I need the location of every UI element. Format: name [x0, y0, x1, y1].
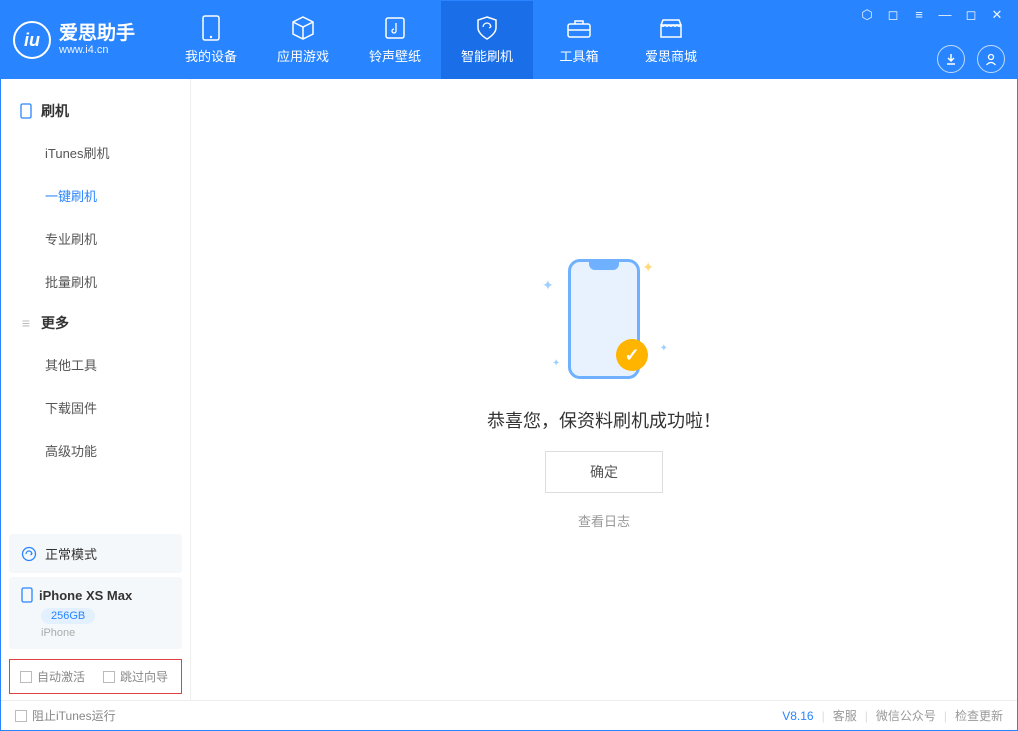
capacity-badge: 256GB [41, 608, 95, 624]
title-bar: iu 爱思助手 www.i4.cn 我的设备 应用游戏 铃声壁纸 智能刷机 工具… [1, 1, 1017, 79]
user-icon[interactable] [977, 45, 1005, 73]
device-icon [198, 15, 224, 41]
tshirt-icon[interactable]: ⬡ [859, 7, 875, 23]
checkbox-icon [20, 671, 32, 683]
device-outline-icon [21, 587, 33, 603]
app-logo: iu 爱思助手 www.i4.cn [13, 21, 135, 59]
tab-smart-flash[interactable]: 智能刷机 [441, 1, 533, 79]
minimize-button[interactable]: — [937, 7, 953, 23]
sidebar-group-flash: 刷机 [1, 91, 190, 131]
wechat-link[interactable]: 微信公众号 [876, 707, 936, 724]
logo-icon: iu [13, 21, 51, 59]
download-icon[interactable] [937, 45, 965, 73]
tab-toolbox[interactable]: 工具箱 [533, 1, 625, 79]
list-icon: ≡ [19, 316, 33, 330]
mode-label: 正常模式 [45, 544, 97, 563]
check-update-link[interactable]: 检查更新 [955, 707, 1003, 724]
main-content: ✦ ✦ ✦ ✦ ✓ 恭喜您，保资料刷机成功啦！ 确定 查看日志 [191, 79, 1017, 700]
device-mode-card[interactable]: 正常模式 [9, 534, 182, 573]
music-note-icon [382, 15, 408, 41]
sidebar-item-itunes-flash[interactable]: iTunes刷机 [1, 131, 190, 174]
check-badge-icon: ✓ [616, 339, 648, 371]
status-bar: 阻止iTunes运行 V8.16 | 客服 | 微信公众号 | 检查更新 [1, 700, 1017, 730]
sync-icon [21, 546, 37, 562]
device-card[interactable]: iPhone XS Max 256GB iPhone [9, 577, 182, 649]
checkbox-block-itunes[interactable]: 阻止iTunes运行 [15, 707, 116, 724]
feedback-icon[interactable]: ◻ [885, 7, 901, 23]
success-illustration: ✦ ✦ ✦ ✦ ✓ [504, 249, 704, 389]
store-icon [658, 15, 684, 41]
sidebar: 刷机 iTunes刷机 一键刷机 专业刷机 批量刷机 ≡ 更多 其他工具 下载固… [1, 79, 191, 700]
checkbox-auto-activate[interactable]: 自动激活 [20, 668, 85, 685]
device-type-label: iPhone [41, 627, 170, 639]
phone-outline-icon [19, 104, 33, 118]
window-controls: ⬡ ◻ ≡ — ◻ ✕ [859, 7, 1005, 23]
version-label: V8.16 [782, 709, 813, 723]
sidebar-item-download-firmware[interactable]: 下载固件 [1, 386, 190, 429]
app-subtitle: www.i4.cn [59, 44, 135, 56]
cube-icon [290, 15, 316, 41]
ok-button[interactable]: 确定 [545, 451, 663, 493]
tab-ringtones-wallpapers[interactable]: 铃声壁纸 [349, 1, 441, 79]
menu-icon[interactable]: ≡ [911, 7, 927, 23]
checkbox-skip-guide[interactable]: 跳过向导 [103, 668, 168, 685]
sidebar-item-batch-flash[interactable]: 批量刷机 [1, 260, 190, 303]
sidebar-group-more: ≡ 更多 [1, 303, 190, 343]
options-row: 自动激活 跳过向导 [9, 659, 182, 694]
checkbox-icon [103, 671, 115, 683]
tab-apps-games[interactable]: 应用游戏 [257, 1, 349, 79]
shield-sync-icon [474, 15, 500, 41]
checkbox-icon [15, 710, 27, 722]
maximize-button[interactable]: ◻ [963, 7, 979, 23]
support-link[interactable]: 客服 [833, 707, 857, 724]
close-button[interactable]: ✕ [989, 7, 1005, 23]
sidebar-item-other-tools[interactable]: 其他工具 [1, 343, 190, 386]
app-title: 爱思助手 [59, 24, 135, 45]
toolbox-icon [566, 15, 592, 41]
success-message: 恭喜您，保资料刷机成功啦！ [487, 407, 721, 433]
sidebar-item-pro-flash[interactable]: 专业刷机 [1, 217, 190, 260]
sidebar-item-oneclick-flash[interactable]: 一键刷机 [1, 174, 190, 217]
main-tabs: 我的设备 应用游戏 铃声壁纸 智能刷机 工具箱 爱思商城 [165, 1, 717, 79]
sidebar-item-advanced[interactable]: 高级功能 [1, 429, 190, 472]
tab-store[interactable]: 爱思商城 [625, 1, 717, 79]
device-name-label: iPhone XS Max [39, 588, 132, 603]
view-log-link[interactable]: 查看日志 [578, 511, 630, 530]
tab-my-device[interactable]: 我的设备 [165, 1, 257, 79]
